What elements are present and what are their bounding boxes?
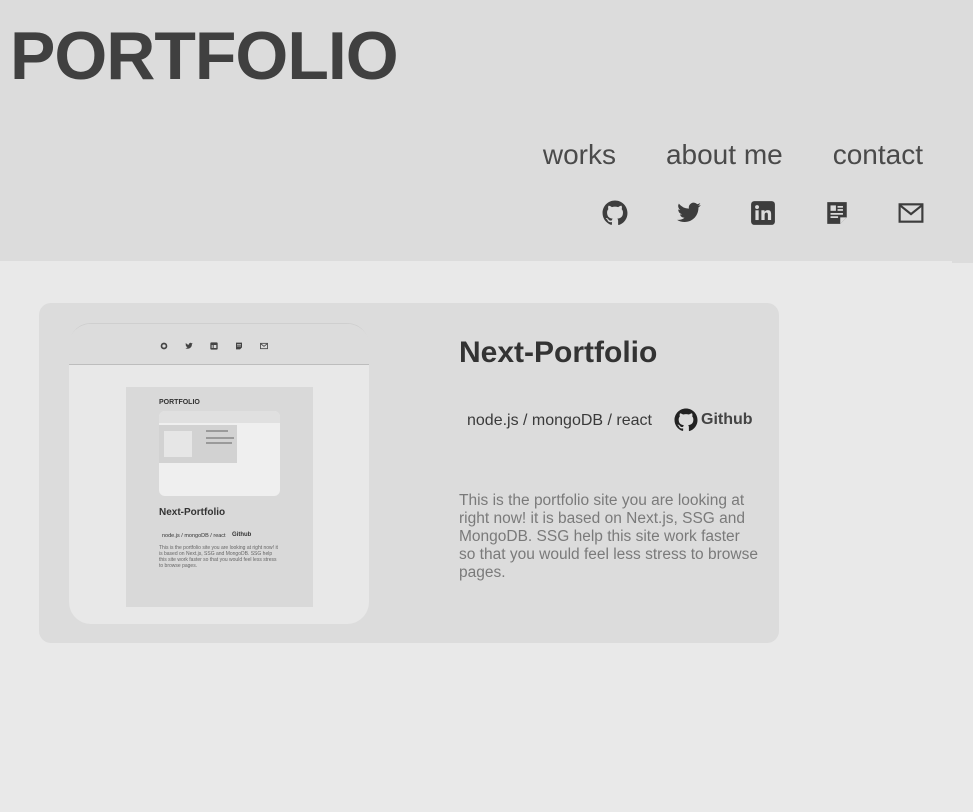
twitter-icon[interactable] (676, 200, 702, 226)
mini-project-title: Next-Portfolio (159, 507, 226, 518)
site-header: PORTFOLIO works about me contact (0, 0, 952, 261)
main-nav: works about me contact (543, 136, 923, 174)
github-link[interactable]: Github (674, 408, 753, 432)
project-card: PORTFOLIO Next-Portfolio node.js / mongo… (39, 303, 779, 643)
social-links (602, 200, 924, 226)
mini-github-label: Github (232, 532, 252, 538)
nav-works[interactable]: works (543, 136, 616, 174)
mini-screenshot (159, 411, 280, 496)
header-edge (952, 0, 973, 263)
resume-icon[interactable] (824, 200, 850, 226)
project-tags: node.js / mongoDB / react (467, 412, 652, 429)
linkedin-icon (210, 342, 218, 350)
mini-description: This is the portfolio site you are looki… (159, 545, 278, 569)
github-icon (160, 342, 168, 350)
nav-about-me[interactable]: about me (666, 136, 783, 174)
linkedin-icon[interactable] (750, 200, 776, 226)
thumbnail-preview: PORTFOLIO Next-Portfolio node.js / mongo… (126, 387, 313, 607)
site-title[interactable]: PORTFOLIO (10, 18, 399, 94)
mini-site-title: PORTFOLIO (159, 399, 200, 406)
thumbnail-social-icons (160, 342, 268, 350)
mail-icon (260, 342, 268, 350)
thumbnail-header (69, 324, 369, 365)
github-icon[interactable] (602, 200, 628, 226)
project-description: This is the portfolio site you are looki… (459, 492, 758, 581)
mini-project-tags: node.js / mongoDB / react (162, 533, 226, 539)
nav-contact[interactable]: contact (833, 136, 923, 174)
twitter-icon (185, 342, 193, 350)
github-link-label: Github (701, 411, 753, 428)
project-thumbnail[interactable]: PORTFOLIO Next-Portfolio node.js / mongo… (69, 323, 369, 624)
resume-icon (235, 342, 243, 350)
project-title: Next-Portfolio (459, 336, 658, 369)
github-icon (674, 408, 698, 432)
mail-icon[interactable] (898, 200, 924, 226)
